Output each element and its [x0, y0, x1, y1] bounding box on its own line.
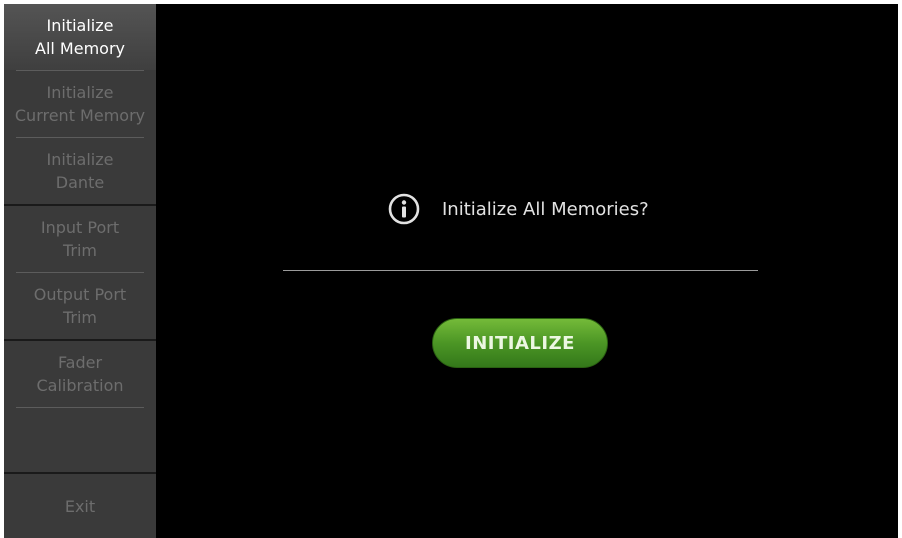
sidebar-item-input-port-trim[interactable]: Input Port Trim — [4, 206, 156, 272]
dialog-message: Initialize All Memories? — [442, 198, 649, 220]
sidebar-item-label: Output Port Trim — [33, 285, 127, 327]
sidebar-item-label: Initialize Current Memory — [14, 83, 146, 125]
sidebar-item-label: Initialize Dante — [46, 150, 114, 192]
screen: Initialize All Memory Initialize Current… — [4, 4, 898, 538]
sidebar-item-output-port-trim[interactable]: Output Port Trim — [4, 273, 156, 339]
sidebar-item-label: Initialize All Memory — [35, 16, 125, 58]
sidebar-item-fader-calibration[interactable]: Fader Calibration — [4, 341, 156, 407]
info-icon — [388, 193, 420, 225]
sidebar-separator — [16, 407, 144, 408]
dialog-divider — [283, 270, 758, 271]
main-panel: Initialize All Memories? INITIALIZE — [156, 4, 898, 538]
initialize-button[interactable]: INITIALIZE — [432, 318, 608, 368]
dialog-prompt: Initialize All Memories? — [388, 193, 649, 225]
sidebar-item-initialize-current-memory[interactable]: Initialize Current Memory — [4, 71, 156, 137]
exit-label: Exit — [64, 496, 96, 516]
sidebar-item-label: Fader Calibration — [36, 353, 124, 395]
exit-button[interactable]: Exit — [4, 474, 156, 538]
sidebar-item-label: Input Port Trim — [40, 218, 120, 260]
sidebar-item-initialize-all-memory[interactable]: Initialize All Memory — [4, 4, 156, 70]
sidebar: Initialize All Memory Initialize Current… — [4, 4, 156, 538]
sidebar-item-initialize-dante[interactable]: Initialize Dante — [4, 138, 156, 204]
